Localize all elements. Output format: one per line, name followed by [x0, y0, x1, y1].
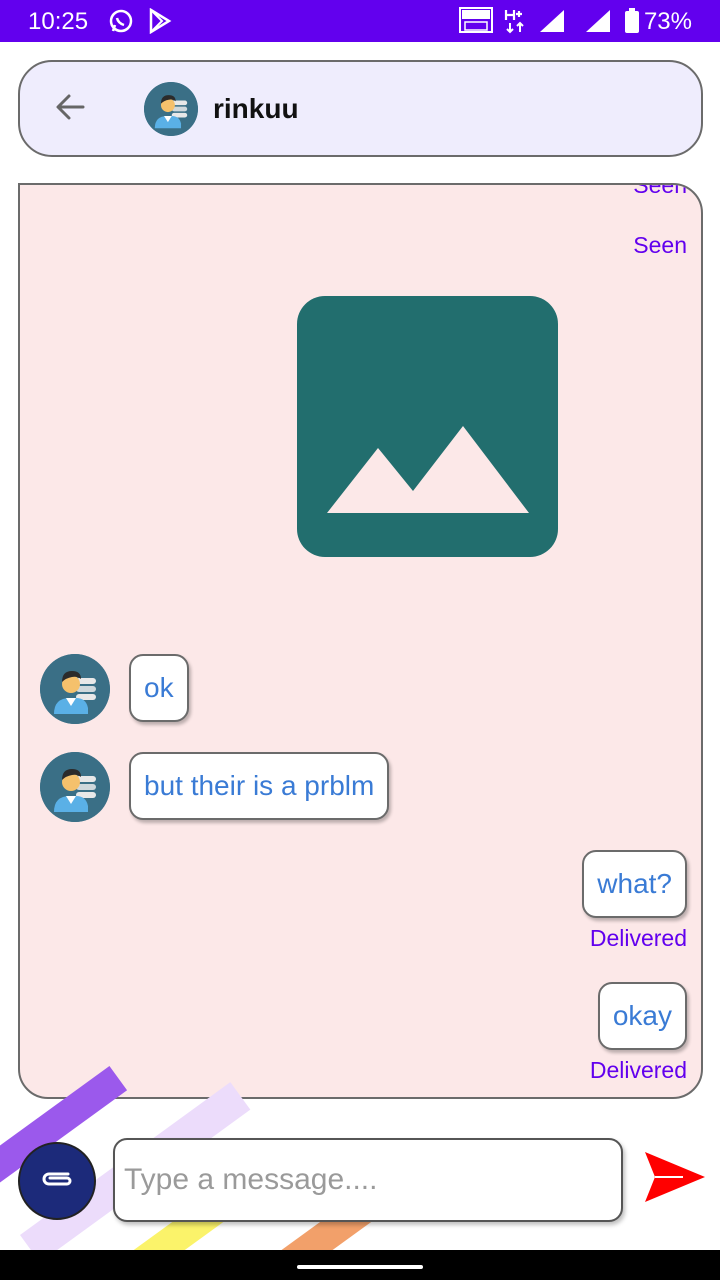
image-message[interactable]	[297, 296, 558, 557]
arrow-left-icon	[55, 93, 85, 126]
paperclip-icon	[38, 1168, 76, 1195]
sender-avatar[interactable]	[40, 752, 110, 822]
contact-name[interactable]: rinkuu	[213, 93, 299, 125]
contact-avatar[interactable]	[144, 82, 198, 136]
status-bar: 10:25 73%	[0, 0, 720, 42]
outgoing-message-bubble[interactable]: okay	[597, 982, 687, 1050]
volte-icon	[459, 7, 493, 38]
chat-messages-area[interactable]: Seen Seen ok but their is a prblm what? …	[18, 183, 703, 1099]
play-store-icon	[148, 7, 172, 39]
user-avatar-icon	[40, 654, 110, 724]
send-button[interactable]	[640, 1150, 710, 1208]
network-h-plus-icon	[504, 8, 526, 39]
whatsapp-icon	[108, 8, 134, 39]
chat-header: rinkuu	[18, 60, 703, 157]
send-icon	[643, 1150, 707, 1209]
attach-button[interactable]	[18, 1142, 96, 1220]
back-button[interactable]	[50, 86, 90, 132]
outgoing-message-bubble[interactable]: what?	[582, 850, 687, 918]
message-status: Seen	[633, 183, 687, 198]
message-status: Seen	[633, 232, 687, 258]
message-status: Delivered	[589, 1057, 687, 1083]
image-placeholder-icon	[327, 426, 529, 513]
signal-icon	[584, 8, 612, 39]
home-indicator[interactable]	[297, 1265, 423, 1269]
user-avatar-icon	[40, 752, 110, 822]
sender-avatar[interactable]	[40, 654, 110, 724]
message-status: Delivered	[589, 925, 687, 951]
signal-icon	[538, 8, 566, 39]
message-input[interactable]	[113, 1138, 623, 1222]
status-time: 10:25	[28, 8, 89, 35]
battery-icon	[624, 8, 640, 39]
incoming-message-bubble[interactable]: but their is a prblm	[129, 752, 390, 820]
battery-percentage: 73%	[643, 8, 692, 35]
incoming-message-bubble[interactable]: ok	[129, 654, 189, 722]
user-avatar-icon	[144, 82, 198, 136]
system-nav-bar	[0, 1250, 720, 1280]
